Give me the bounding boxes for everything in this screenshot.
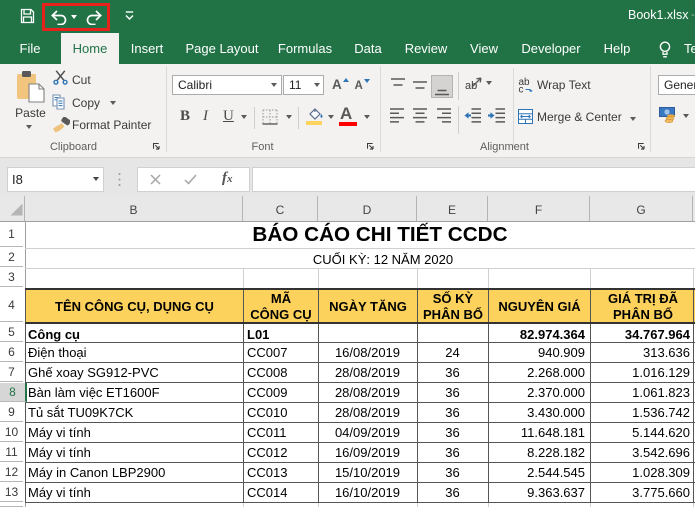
- svg-text:ab: ab: [465, 80, 477, 92]
- svg-text:c: c: [519, 85, 524, 94]
